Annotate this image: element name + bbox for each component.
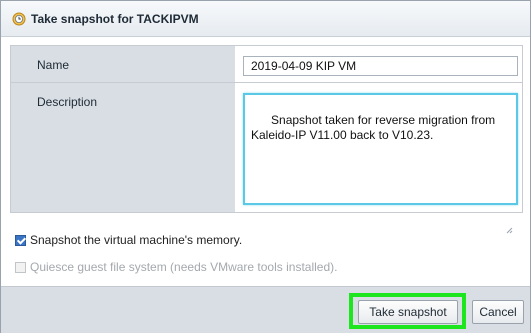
description-text: Snapshot taken for reverse migration fro… bbox=[251, 113, 499, 142]
resize-grip-icon[interactable] bbox=[506, 193, 513, 234]
snapshot-form: Name Description Snapshot taken for reve… bbox=[10, 45, 523, 234]
cancel-button[interactable]: Cancel bbox=[472, 300, 524, 324]
quiesce-option-label: Quiesce guest file system (needs VMware … bbox=[30, 260, 338, 274]
name-label: Name bbox=[37, 58, 70, 72]
snapshot-clock-icon bbox=[12, 12, 26, 26]
take-snapshot-dialog: Take snapshot for TACKIPVM Name Descript… bbox=[0, 0, 531, 333]
description-label: Description bbox=[37, 95, 98, 109]
quiesce-checkbox bbox=[15, 262, 26, 273]
dialog-title: Take snapshot for TACKIPVM bbox=[31, 12, 199, 26]
memory-option[interactable]: Snapshot the virtual machine's memory. bbox=[15, 233, 242, 247]
dialog-titlebar: Take snapshot for TACKIPVM bbox=[1, 1, 530, 37]
memory-checkbox[interactable] bbox=[15, 235, 26, 246]
description-textarea[interactable]: Snapshot taken for reverse migration fro… bbox=[243, 93, 518, 234]
quiesce-option: Quiesce guest file system (needs VMware … bbox=[15, 260, 337, 274]
memory-option-label: Snapshot the virtual machine's memory. bbox=[30, 233, 243, 247]
highlight-box bbox=[349, 293, 466, 329]
name-field[interactable] bbox=[243, 56, 518, 76]
